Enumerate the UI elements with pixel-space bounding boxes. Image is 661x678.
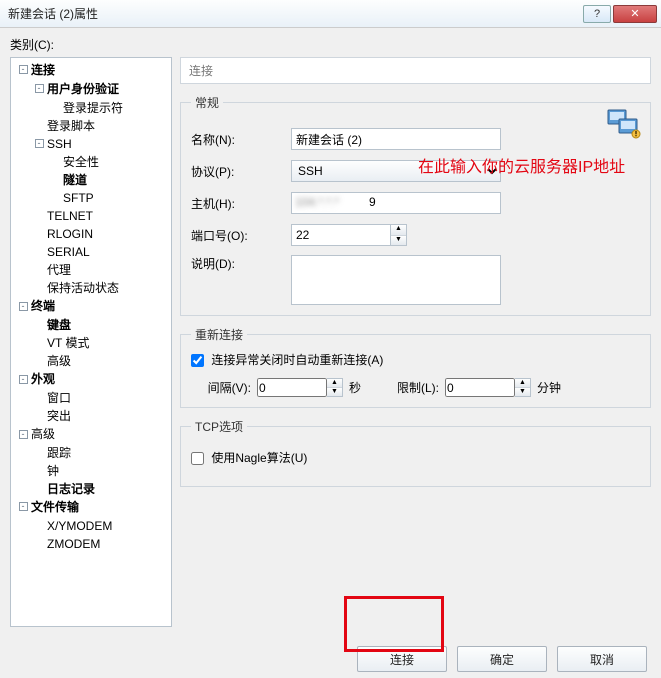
titlebar: 新建会话 (2)属性 ? ✕ bbox=[0, 0, 661, 28]
category-tree[interactable]: -连接 -用户身份验证 登录提示符 登录脚本 -SSH 安全性 隧道 SFTP … bbox=[10, 57, 172, 627]
breadcrumb: 连接 bbox=[180, 57, 651, 84]
tree-node-bell[interactable]: 钟 bbox=[47, 464, 59, 478]
tree-node-filetx[interactable]: 文件传输 bbox=[31, 500, 79, 514]
host-suffix: 9 bbox=[369, 195, 376, 209]
tree-node-serial[interactable]: SERIAL bbox=[47, 245, 90, 259]
name-label: 名称(N): bbox=[191, 131, 291, 148]
desc-label: 说明(D): bbox=[191, 255, 291, 272]
window-title: 新建会话 (2)属性 bbox=[8, 5, 581, 22]
tree-toggle-icon[interactable]: - bbox=[17, 371, 29, 389]
cancel-button[interactable]: 取消 bbox=[557, 646, 647, 672]
tree-toggle-icon[interactable]: - bbox=[33, 81, 45, 99]
auto-reconnect-checkbox[interactable] bbox=[191, 354, 204, 367]
tree-node-appearance[interactable]: 外观 bbox=[31, 372, 55, 386]
tree-node-security[interactable]: 安全性 bbox=[63, 155, 99, 169]
tree-node-vt[interactable]: VT 模式 bbox=[47, 336, 89, 350]
tree-toggle-icon[interactable]: - bbox=[33, 135, 45, 153]
dialog-body: 类别(C): -连接 -用户身份验证 登录提示符 登录脚本 -SSH 安全性 隧… bbox=[0, 28, 661, 640]
tree-node-userauth[interactable]: 用户身份验证 bbox=[47, 82, 119, 96]
properties-panel: 连接 常规 名称(N): 协议(P): bbox=[180, 57, 651, 627]
tree-toggle-icon[interactable]: - bbox=[17, 298, 29, 316]
nagle-checkbox[interactable] bbox=[191, 452, 204, 465]
description-textarea[interactable] bbox=[291, 255, 501, 305]
connect-button[interactable]: 连接 bbox=[357, 646, 447, 672]
limit-unit: 分钟 bbox=[537, 379, 561, 396]
tree-node-proxy[interactable]: 代理 bbox=[47, 263, 71, 277]
interval-input[interactable] bbox=[257, 378, 327, 397]
category-label: 类别(C): bbox=[10, 36, 651, 53]
group-general-title: 常规 bbox=[191, 94, 223, 111]
tree-node-loginscript[interactable]: 登录脚本 bbox=[47, 119, 95, 133]
tree-node-ssh[interactable]: SSH bbox=[47, 137, 72, 151]
tree-node-logging[interactable]: 日志记录 bbox=[47, 482, 95, 496]
tree-node-advanced[interactable]: 高级 bbox=[31, 427, 55, 441]
host-label: 主机(H): bbox=[191, 195, 291, 212]
tree-node-zmodem[interactable]: ZMODEM bbox=[47, 537, 100, 551]
port-label: 端口号(O): bbox=[191, 227, 291, 244]
tree-node-window[interactable]: 窗口 bbox=[47, 391, 71, 405]
tree-node-connection[interactable]: 连接 bbox=[31, 63, 55, 77]
help-button[interactable]: ? bbox=[583, 5, 611, 23]
interval-unit: 秒 bbox=[349, 379, 361, 396]
tree-toggle-icon[interactable]: - bbox=[17, 499, 29, 517]
tree-node-term-adv[interactable]: 高级 bbox=[47, 354, 71, 368]
group-reconnect-title: 重新连接 bbox=[191, 326, 247, 343]
port-spinner[interactable]: ▲▼ bbox=[391, 224, 407, 246]
port-input[interactable] bbox=[291, 224, 391, 246]
tree-node-terminal[interactable]: 终端 bbox=[31, 299, 55, 313]
interval-label: 间隔(V): bbox=[191, 379, 251, 396]
tree-node-keyboard[interactable]: 键盘 bbox=[47, 318, 71, 332]
limit-label: 限制(L): bbox=[379, 379, 439, 396]
nagle-checkbox-label[interactable]: 使用Nagle算法(U) bbox=[191, 451, 307, 465]
interval-spinner[interactable]: ▲▼ bbox=[327, 378, 343, 397]
hosts-icon bbox=[607, 109, 641, 139]
annotation-text: 在此输入你的云服务器IP地址 bbox=[418, 157, 625, 179]
tree-node-trace[interactable]: 跟踪 bbox=[47, 446, 71, 460]
dialog-footer: 连接 确定 取消 bbox=[0, 640, 661, 678]
group-general: 常规 名称(N): 协议(P): SSH 主机(H): 104.*.*.* bbox=[180, 94, 651, 316]
protocol-label: 协议(P): bbox=[191, 163, 291, 180]
host-redacted: 104.*.*.* bbox=[295, 195, 339, 209]
group-reconnect: 重新连接 连接异常关闭时自动重新连接(A) 间隔(V): ▲▼ 秒 bbox=[180, 326, 651, 408]
tree-node-loginprompt[interactable]: 登录提示符 bbox=[63, 101, 123, 115]
tree-toggle-icon[interactable]: - bbox=[17, 62, 29, 80]
tree-node-telnet[interactable]: TELNET bbox=[47, 209, 93, 223]
auto-reconnect-checkbox-label[interactable]: 连接异常关闭时自动重新连接(A) bbox=[191, 353, 383, 367]
tree-node-rlogin[interactable]: RLOGIN bbox=[47, 227, 93, 241]
tree-node-highlight[interactable]: 突出 bbox=[47, 409, 71, 423]
tree-node-xymodem[interactable]: X/YMODEM bbox=[47, 519, 112, 533]
close-button[interactable]: ✕ bbox=[613, 5, 657, 23]
tree-node-sftp[interactable]: SFTP bbox=[63, 191, 94, 205]
name-input[interactable] bbox=[291, 128, 501, 150]
limit-spinner[interactable]: ▲▼ bbox=[515, 378, 531, 397]
limit-input[interactable] bbox=[445, 378, 515, 397]
group-tcp-title: TCP选项 bbox=[191, 418, 247, 435]
group-tcp: TCP选项 使用Nagle算法(U) bbox=[180, 418, 651, 487]
tree-toggle-icon[interactable]: - bbox=[17, 426, 29, 444]
ok-button[interactable]: 确定 bbox=[457, 646, 547, 672]
tree-node-keepalive[interactable]: 保持活动状态 bbox=[47, 281, 119, 295]
tree-node-tunnel[interactable]: 隧道 bbox=[63, 173, 87, 187]
